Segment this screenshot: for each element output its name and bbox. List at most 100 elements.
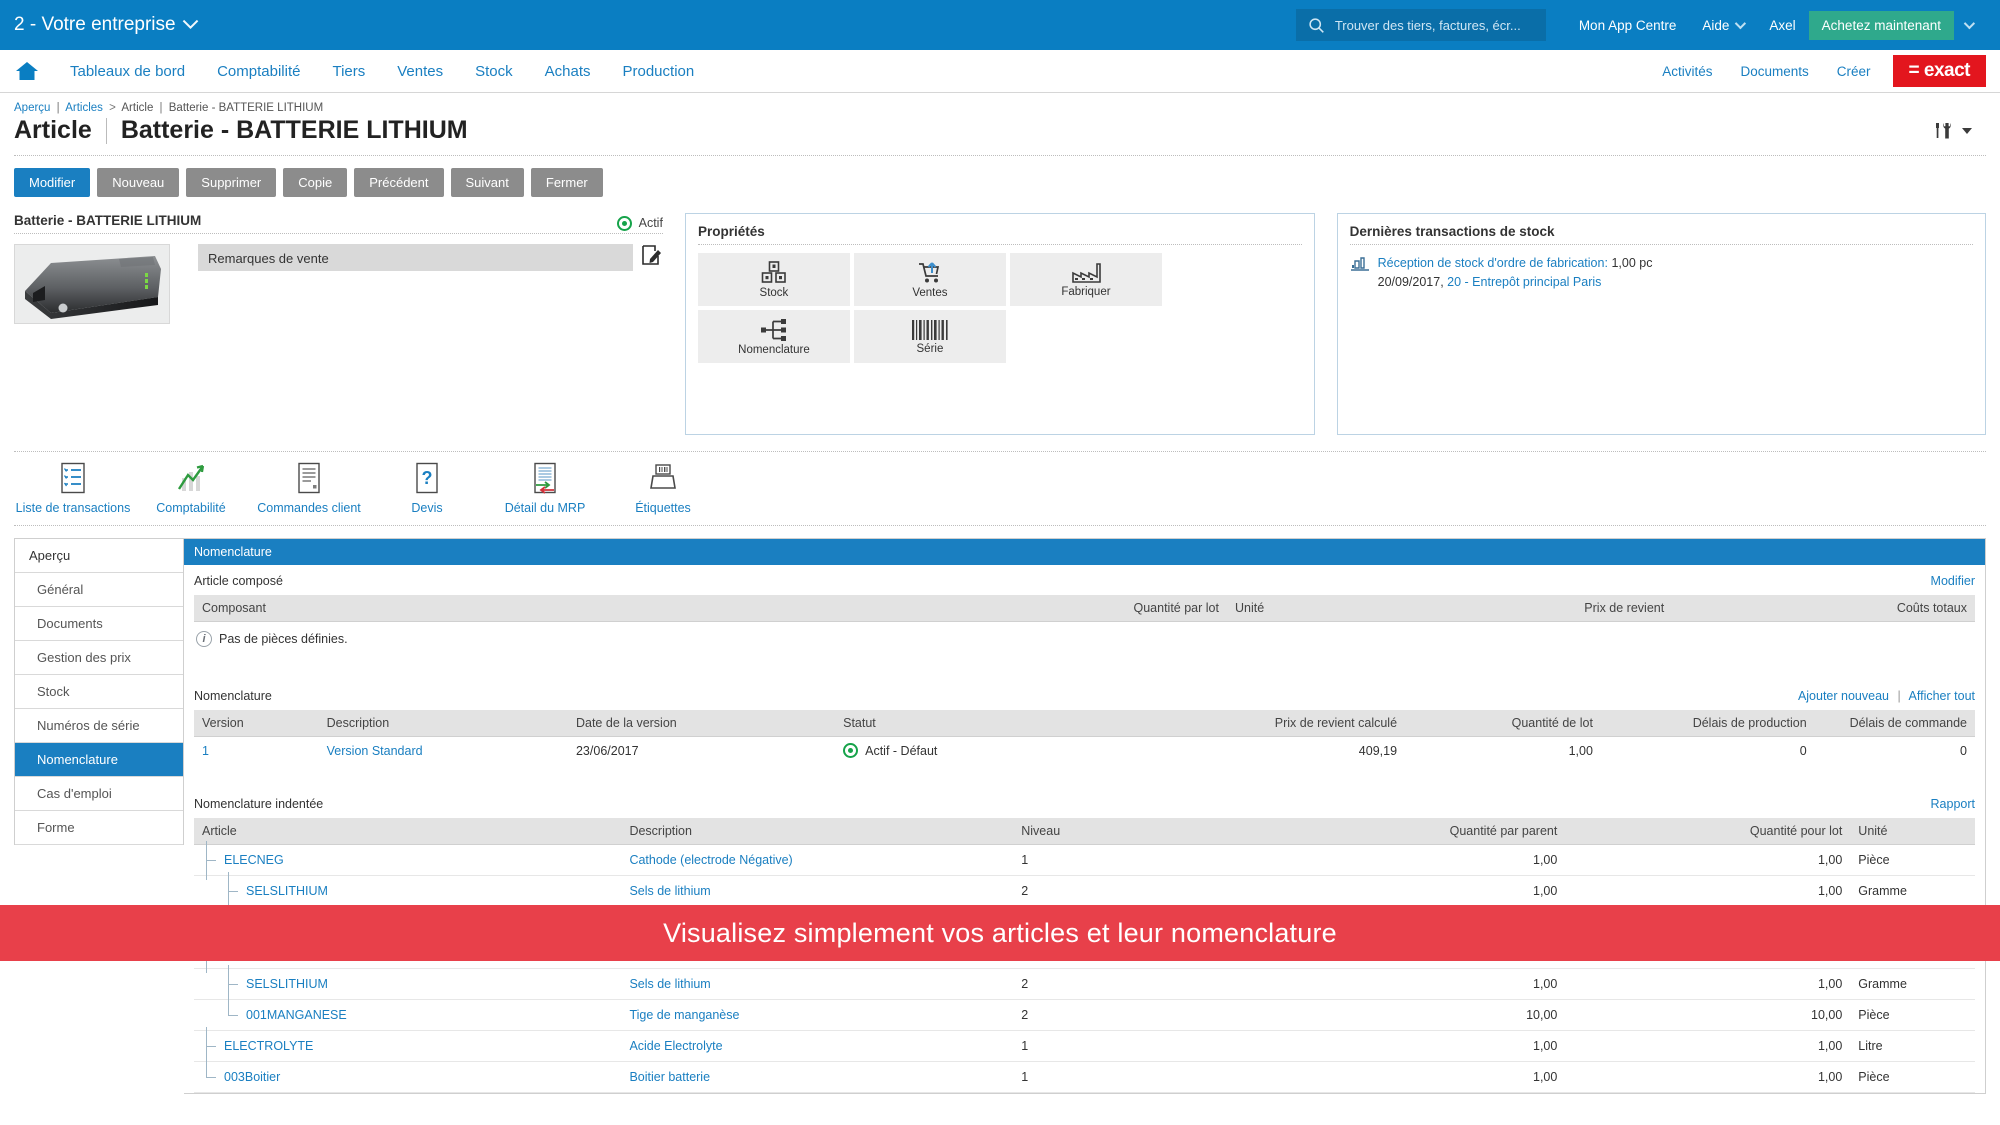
user-menu[interactable]: Axel [1756,18,1808,33]
tree-elbow-icon [224,965,242,1004]
indented-article-link[interactable]: SELSLITHIUM [246,884,328,898]
col-unite: Unité [1850,818,1975,845]
breadcrumb-apercu[interactable]: Aperçu [14,102,50,114]
nav-item-comptabilite[interactable]: Comptabilité [201,63,316,80]
indented-description-link[interactable]: Cathode (electrode Négative) [629,853,792,867]
company-selector[interactable]: 2 - Votre entreprise [14,12,198,36]
indented-article-cell: SELSLITHIUM [194,965,622,1004]
nav-item-production[interactable]: Production [607,63,711,80]
warehouse-link[interactable]: 20 - Entrepôt principal Paris [1447,275,1601,289]
indented-article-link[interactable]: SELSLITHIUM [246,977,328,991]
property-tile-stock[interactable]: Stock [697,253,850,306]
fermer-button[interactable]: Fermer [530,168,603,197]
sidebar-item-gestion-des-prix[interactable]: Gestion des prix [15,641,183,675]
composed-edit-link[interactable]: Modifier [1931,574,1975,588]
table-row[interactable]: SELSLITHIUM Sels de lithium 2 1,00 1,00 Gramm… [194,965,1975,1004]
indented-description-link[interactable]: Sels de lithium [629,884,710,898]
sidebar-item-general[interactable]: Général [15,573,183,607]
title-divider [105,117,107,144]
indented-description-link[interactable]: Sels de lithium [629,977,710,991]
home-icon[interactable] [14,58,40,84]
indented-description-link[interactable]: Boitier batterie [629,1070,710,1084]
shortcut-comptabilite[interactable]: Comptabilité [132,462,250,515]
suivant-button[interactable]: Suivant [450,168,524,197]
sidebar-item-nomenclature[interactable]: Nomenclature [15,743,183,777]
breadcrumb-articles[interactable]: Articles [65,102,103,114]
settings-tools-menu[interactable] [1932,120,1986,142]
precedent-button[interactable]: Précédent [354,168,444,197]
document-icon [298,462,320,494]
indented-qty-lot: 1,00 [1565,1030,1851,1062]
hierarchy-icon [760,318,786,341]
bom-showall-link[interactable]: Afficher tout [1909,689,1975,703]
indented-level: 2 [1013,968,1227,1000]
indented-qty-lot: 1,00 [1565,968,1851,1000]
copie-button[interactable]: Copie [283,168,348,197]
indented-description-link[interactable]: Tige de manganèse [629,1008,739,1022]
modifier-button[interactable]: Modifier [14,168,91,197]
nav-item-creer[interactable]: Créer [1823,64,1885,79]
indented-description-link[interactable]: Acide Electrolyte [629,1039,722,1053]
table-row[interactable]: 001MANGANESE Tige de manganèse 2 10,00 10,00… [194,996,1975,1031]
side-nav: Aperçu Général Documents Gestion des pri… [14,538,184,845]
shortcut-commandes-client[interactable]: Commandes client [250,462,368,515]
nav-item-documents[interactable]: Documents [1726,64,1822,79]
nav-item-achats[interactable]: Achats [529,63,607,80]
sidebar-item-cas-demploi[interactable]: Cas d'emploi [15,777,183,811]
exact-logo[interactable]: = exact [1892,55,1986,87]
bom-section: Nomenclature Ajouter nouveau | Afficher … [184,680,1985,764]
sidebar-item-numeros-de-serie[interactable]: Numéros de série [15,709,183,743]
search-input[interactable]: Trouver des tiers, factures, écr... [1295,9,1546,41]
property-tile-fabriquer[interactable]: Fabriquer [1009,253,1162,306]
transaction-link[interactable]: Réception de stock d'ordre de fabricatio… [1378,256,1608,270]
nouveau-button[interactable]: Nouveau [97,168,180,197]
nav-item-tiers[interactable]: Tiers [316,63,381,80]
help-menu[interactable]: Aide [1689,18,1756,33]
table-row[interactable]: 1 Version Standard 23/06/2017 Actif - Dé… [194,737,1975,765]
topbar-overflow-toggle[interactable] [1954,17,1986,30]
my-app-centre-link[interactable]: Mon App Centre [1566,18,1690,33]
indented-report-link[interactable]: Rapport [1931,797,1975,811]
search-placeholder: Trouver des tiers, factures, écr... [1334,17,1521,33]
shortcut-devis[interactable]: ? Devis [368,462,486,515]
tree-elbow-icon [202,1058,220,1086]
indented-title: Nomenclature indentée [194,797,324,811]
table-row[interactable]: 003Boitier Boitier batterie 1 1,00 1,00 Pièce [194,1058,1975,1093]
indented-article-link[interactable]: ELECTROLYTE [224,1039,313,1053]
property-tile-ventes[interactable]: Ventes [853,253,1006,306]
indented-article-link[interactable]: ELECNEG [224,853,284,867]
battery-photo [15,245,169,323]
bom-add-link[interactable]: Ajouter nouveau [1798,689,1889,703]
sidebar-item-stock[interactable]: Stock [15,675,183,709]
indented-article-cell: 003Boitier [194,1058,622,1093]
buy-now-button[interactable]: Achetez maintenant [1808,10,1954,40]
sidebar-item-forme[interactable]: Forme [15,811,183,845]
edit-note-icon[interactable] [641,244,663,266]
indented-article-link[interactable]: 003Boitier [224,1070,280,1084]
product-image[interactable] [14,244,170,324]
supprimer-button[interactable]: Supprimer [186,168,277,197]
nav-item-activites[interactable]: Activités [1648,64,1726,79]
shortcut-liste-de-transactions[interactable]: Liste de transactions [14,462,132,515]
nav-item-tableaux-de-bord[interactable]: Tableaux de bord [54,63,201,80]
page-title-main: Batterie - BATTERIE LITHIUM [120,116,468,144]
property-tile-label: Ventes [912,286,948,299]
sidebar-item-documents[interactable]: Documents [15,607,183,641]
breadcrumb-sep: > [109,102,116,114]
nav-item-stock[interactable]: Stock [459,63,529,80]
shortcut-etiquettes[interactable]: Étiquettes [604,462,722,515]
indented-article-link[interactable]: 001MANGANESE [246,1008,347,1022]
shortcut-detail-du-mrp[interactable]: Détail du MRP [486,462,604,515]
last-transactions-panel: Dernières transactions de stock Réceptio… [1336,213,1986,435]
bom-version-link[interactable]: 1 [202,744,209,758]
table-row[interactable]: ELECTROLYTE Acide Electrolyte 1 1,00 1,00 Lit… [194,1027,1975,1066]
property-tile-nomenclature[interactable]: Nomenclature [697,310,850,363]
sales-remarks-field[interactable]: Remarques de vente [198,244,633,271]
table-row[interactable]: SELSLITHIUM Sels de lithium 2 1,00 1,00 Gramm… [194,872,1975,911]
table-row[interactable]: ELECNEG Cathode (electrode Négative) 1 1,00… [194,841,1975,880]
sidebar-item-apercu[interactable]: Aperçu [15,539,183,573]
bom-description-link[interactable]: Version Standard [327,744,423,758]
nav-item-ventes[interactable]: Ventes [381,63,459,80]
indented-qty-parent: 1,00 [1226,968,1566,1000]
property-tile-serie[interactable]: Série [853,310,1006,363]
